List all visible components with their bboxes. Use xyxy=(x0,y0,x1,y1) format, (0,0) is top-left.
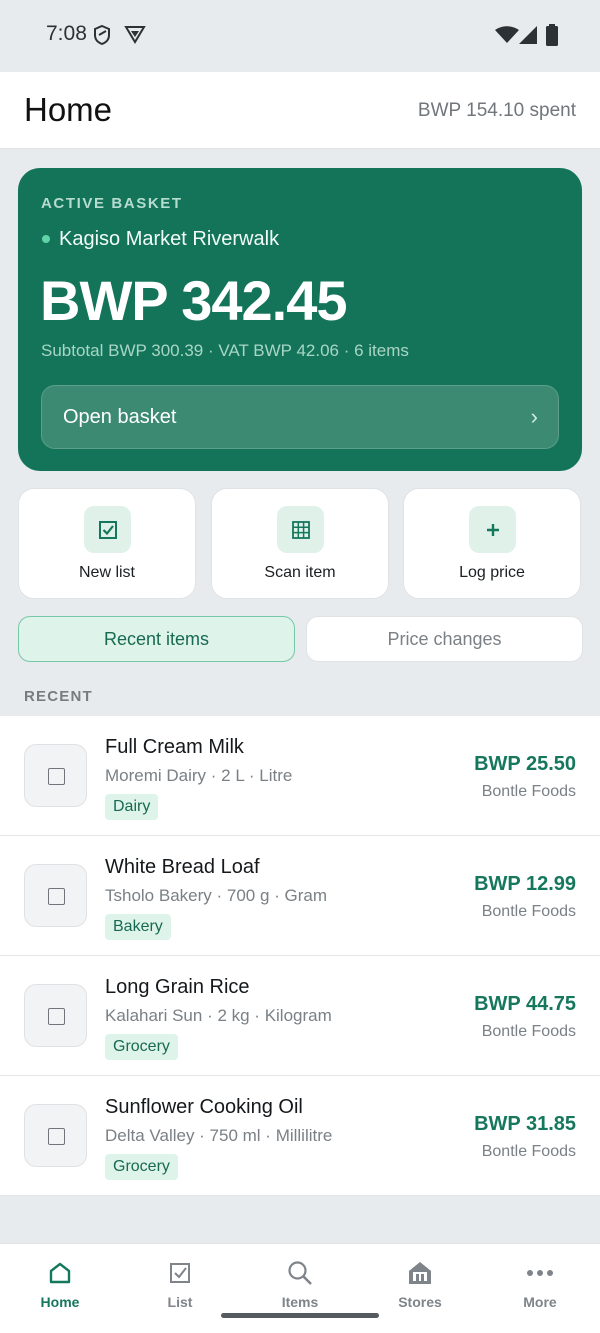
list-item[interactable]: Full Cream Milk Moremi Dairy · 2 L · Lit… xyxy=(0,716,600,836)
status-time: 7:08 xyxy=(46,22,87,45)
item-thumbnail xyxy=(24,744,87,807)
home-icon xyxy=(45,1258,75,1288)
active-basket-card: ACTIVE BASKET Kagiso Market Riverwalk BW… xyxy=(18,168,582,471)
vpn-icon xyxy=(124,24,146,49)
item-name: Long Grain Rice xyxy=(105,976,250,998)
signal-icon xyxy=(519,26,537,49)
nav-list[interactable]: List xyxy=(120,1244,240,1333)
item-meta: Kalahari Sun · 2 kg · Kilogram xyxy=(105,1006,332,1025)
item-meta: Delta Valley · 750 ml · Millilitre xyxy=(105,1126,333,1145)
nav-home[interactable]: Home xyxy=(0,1244,120,1333)
shield-icon xyxy=(93,24,111,51)
item-price: BWP 25.50 xyxy=(474,753,576,775)
image-placeholder-icon xyxy=(48,1008,65,1025)
barcode-grid-icon xyxy=(277,506,324,553)
item-category-tag: Dairy xyxy=(105,794,159,820)
item-name: White Bread Loaf xyxy=(105,856,260,878)
nav-label: Items xyxy=(281,1294,319,1310)
item-price: BWP 31.85 xyxy=(474,1113,576,1135)
new-list-label: New list xyxy=(78,564,135,581)
nav-more[interactable]: More xyxy=(480,1244,600,1333)
new-list-button[interactable]: New list xyxy=(18,488,196,599)
nav-items[interactable]: Items xyxy=(240,1244,360,1333)
nav-label: Home xyxy=(40,1294,80,1310)
item-store: Bontle Foods xyxy=(481,1023,576,1040)
item-store: Bontle Foods xyxy=(481,903,576,920)
item-price: BWP 12.99 xyxy=(474,873,576,895)
nav-label: Stores xyxy=(398,1294,442,1310)
page-title: Home xyxy=(24,91,113,128)
open-basket-button[interactable]: Open basket › xyxy=(41,385,559,449)
item-category-tag: Bakery xyxy=(105,914,171,940)
item-category-tag: Grocery xyxy=(105,1034,178,1060)
status-bar: 7:08 xyxy=(0,0,600,72)
basket-label: ACTIVE BASKET xyxy=(41,195,183,212)
item-store: Bontle Foods xyxy=(481,783,576,800)
log-price-button[interactable]: Log price xyxy=(403,488,581,599)
basket-store-name: Kagiso Market Riverwalk xyxy=(59,228,280,250)
wifi-icon xyxy=(495,26,519,49)
plus-icon xyxy=(469,506,516,553)
chevron-right-icon: › xyxy=(530,404,538,429)
log-price-label: Log price xyxy=(459,564,525,581)
tab-recent-items[interactable]: Recent items xyxy=(18,616,295,662)
list-item[interactable]: Long Grain Rice Kalahari Sun · 2 kg · Ki… xyxy=(0,956,600,1076)
search-icon xyxy=(285,1258,315,1288)
scan-item-label: Scan item xyxy=(264,564,336,581)
open-basket-label: Open basket xyxy=(63,406,177,428)
item-store: Bontle Foods xyxy=(481,1143,576,1160)
list-item[interactable]: Sunflower Cooking Oil Delta Valley · 750… xyxy=(0,1076,600,1196)
checklist-icon xyxy=(165,1258,195,1288)
item-name: Sunflower Cooking Oil xyxy=(105,1096,303,1118)
nav-stores[interactable]: Stores xyxy=(360,1244,480,1333)
store-icon xyxy=(405,1258,435,1288)
nav-label: List xyxy=(167,1294,193,1310)
image-placeholder-icon xyxy=(48,888,65,905)
section-label-recent: RECENT xyxy=(24,688,93,705)
item-meta: Moremi Dairy · 2 L · Litre xyxy=(105,766,293,785)
item-thumbnail xyxy=(24,984,87,1047)
item-name: Full Cream Milk xyxy=(105,736,244,758)
basket-summary: Subtotal BWP 300.39 · VAT BWP 42.06 · 6 … xyxy=(41,341,409,360)
list-item[interactable]: White Bread Loaf Tsholo Bakery · 700 g ·… xyxy=(0,836,600,956)
app-header: Home BWP 154.10 spent xyxy=(0,72,600,149)
home-indicator[interactable] xyxy=(221,1313,379,1318)
store-status-dot xyxy=(42,235,50,243)
item-price: BWP 44.75 xyxy=(474,993,576,1015)
basket-total: BWP 342.45 xyxy=(40,269,347,332)
battery-icon xyxy=(546,24,558,51)
bottom-nav: Home List Items Stores More xyxy=(0,1243,600,1333)
tab-price-changes[interactable]: Price changes xyxy=(306,616,583,662)
recent-items-list: Full Cream Milk Moremi Dairy · 2 L · Lit… xyxy=(0,716,600,1196)
spent-summary: BWP 154.10 spent xyxy=(417,100,576,121)
more-icon xyxy=(525,1258,555,1288)
image-placeholder-icon xyxy=(48,768,65,785)
app-screen: 7:08 Home BWP 154.10 spent ACTIVE BASKET… xyxy=(0,0,600,1333)
item-thumbnail xyxy=(24,1104,87,1167)
scan-item-button[interactable]: Scan item xyxy=(211,488,389,599)
item-category-tag: Grocery xyxy=(105,1154,178,1180)
item-meta: Tsholo Bakery · 700 g · Gram xyxy=(105,886,328,905)
nav-label: More xyxy=(523,1294,557,1310)
image-placeholder-icon xyxy=(48,1128,65,1145)
checklist-icon xyxy=(84,506,131,553)
item-thumbnail xyxy=(24,864,87,927)
